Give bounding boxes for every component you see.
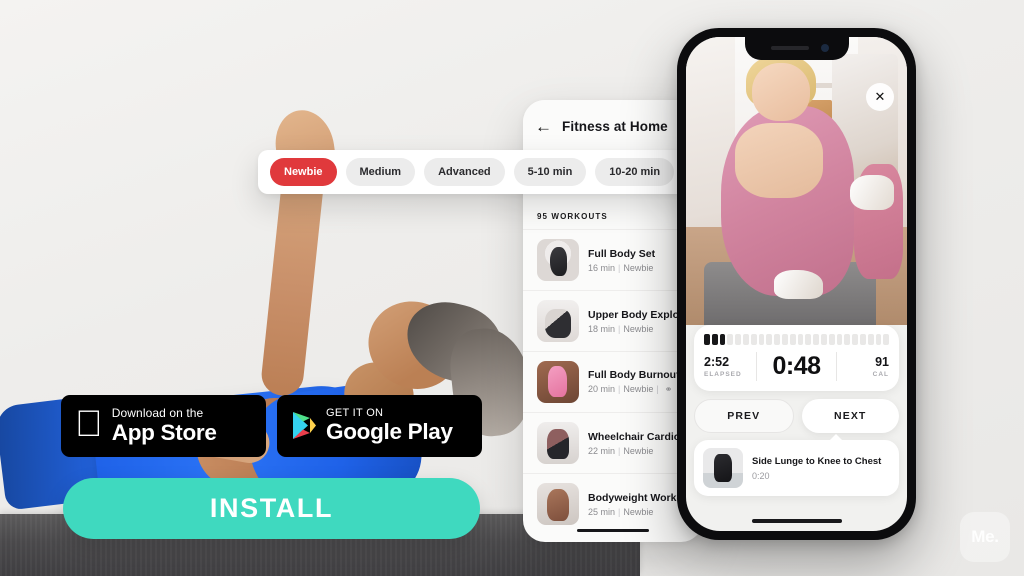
progress-segment: [852, 334, 858, 345]
timer-card: 2:52 ELAPSED 0:48 91 CAL: [694, 325, 899, 391]
video-trainer-head: [752, 62, 810, 121]
workout-list-item[interactable]: Full Body Set 16 min | Newbie: [523, 229, 703, 290]
filter-chip-5-10-min[interactable]: 5-10 min: [513, 158, 587, 186]
progress-segment: [797, 334, 804, 345]
back-arrow-icon[interactable]: ←: [535, 118, 552, 135]
progress-segment: [875, 334, 882, 345]
progress-segments: [704, 334, 890, 345]
progress-segment: [704, 334, 710, 345]
progress-segment: [750, 334, 757, 345]
workout-thumbnail: [537, 300, 579, 342]
calories-block: 91 CAL: [837, 355, 889, 378]
app-store-badge[interactable]:  Download on the App Store: [61, 395, 266, 457]
progress-segment: [883, 334, 890, 345]
google-play-line1: GET IT ON: [326, 406, 384, 419]
workout-thumbnail: [537, 483, 579, 525]
progress-segment: [836, 334, 843, 345]
progress-segment: [828, 334, 835, 345]
progress-segment: [805, 334, 812, 345]
google-play-badge[interactable]: GET IT ON Google Play: [277, 395, 482, 457]
filter-chip-medium[interactable]: Medium: [345, 158, 416, 186]
next-exercise-name: Side Lunge to Knee to Chest: [752, 455, 882, 467]
app-store-line2: App Store: [84, 419, 217, 445]
phone-home-indicator: [751, 519, 842, 523]
next-exercise-thumbnail: [703, 448, 743, 488]
calories-label: CAL: [872, 371, 889, 378]
phone-screen: ✕ 2:52 ELAPSED 0:48 91 CAL PREV NEXT Sid…: [686, 37, 907, 531]
prev-button[interactable]: PREV: [694, 399, 794, 433]
list-card-title: Fitness at Home: [562, 118, 668, 134]
workout-thumbnail: [537, 361, 579, 403]
list-card-home-indicator: [577, 528, 649, 532]
progress-segment: [820, 334, 827, 345]
workout-name: Full Body Burnout: [588, 369, 680, 381]
workout-list-item[interactable]: Full Body Burnout 20 min | Newbie | ⚭: [523, 351, 703, 412]
google-play-line2: Google Play: [326, 419, 453, 445]
progress-segment: [781, 334, 788, 345]
workout-thumbnail: [537, 239, 579, 281]
progress-segment: [766, 334, 773, 345]
progress-segment: [711, 334, 718, 345]
progress-segment: [735, 334, 741, 345]
app-store-line1: Download on the: [84, 406, 203, 421]
workout-list-item[interactable]: Bodyweight Workout 25 min | Newbie: [523, 473, 703, 534]
video-trainer-midriff: [734, 123, 823, 199]
install-button[interactable]: INSTALL: [63, 478, 480, 539]
progress-segment: [844, 334, 851, 345]
workout-count-label: 95 WORKOUTS: [537, 212, 608, 221]
elapsed-value: 2:52: [704, 355, 730, 369]
current-countdown: 0:48: [756, 352, 837, 381]
progress-segment: [719, 334, 726, 345]
next-button[interactable]: NEXT: [801, 399, 899, 433]
calories-value: 91: [875, 355, 889, 369]
workout-video[interactable]: [686, 37, 907, 325]
video-trainer-shoe: [849, 175, 894, 210]
filter-chip-advanced[interactable]: Advanced: [424, 158, 505, 186]
list-card-header: ← Fitness at Home: [523, 100, 703, 152]
progress-segment: [867, 334, 874, 345]
filter-chip-newbie[interactable]: Newbie: [270, 158, 337, 186]
elapsed-label: ELAPSED: [704, 371, 742, 378]
workout-list-item[interactable]: Wheelchair Cardio Se 22 min | Newbie: [523, 412, 703, 473]
progress-segment: [774, 334, 780, 345]
progress-segment: [742, 334, 749, 345]
filter-chip-10-20-min[interactable]: 10-20 min: [595, 158, 675, 186]
google-play-icon: [291, 411, 317, 441]
workout-link-icon: ⚭: [664, 384, 673, 394]
workout-name: Full Body Set: [588, 247, 656, 260]
next-exercise-time: 0:20: [752, 470, 770, 481]
workout-meta: 25 min | Newbie: [588, 506, 654, 517]
workout-meta: 16 min | Newbie: [588, 262, 654, 273]
apple-logo-icon: : [75, 405, 103, 442]
workout-thumbnail: [537, 422, 579, 464]
close-icon[interactable]: ✕: [866, 83, 894, 111]
front-camera-icon: [820, 44, 829, 52]
next-exercise-card[interactable]: Side Lunge to Knee to Chest 0:20: [694, 434, 899, 496]
workout-meta: 20 min | Newbie | ⚭: [588, 384, 673, 394]
phone-mockup: ✕ 2:52 ELAPSED 0:48 91 CAL PREV NEXT Sid…: [677, 28, 916, 540]
progress-segment: [789, 334, 796, 345]
progress-segment: [758, 334, 765, 345]
elapsed-block: 2:52 ELAPSED: [704, 355, 756, 378]
progress-segment: [859, 334, 866, 345]
player-controls: PREV NEXT: [694, 399, 899, 433]
brand-watermark: Me.: [960, 512, 1010, 562]
progress-segment: [813, 334, 819, 345]
workout-list-item[interactable]: Upper Body Explosion 18 min | Newbie: [523, 290, 703, 351]
progress-segment: [727, 334, 734, 345]
filter-chip-bar: Newbie Medium Advanced 5-10 min 10-20 mi…: [258, 150, 688, 194]
video-trainer-shoe: [774, 270, 823, 300]
speaker-icon: [770, 46, 809, 50]
phone-notch: [744, 37, 849, 60]
